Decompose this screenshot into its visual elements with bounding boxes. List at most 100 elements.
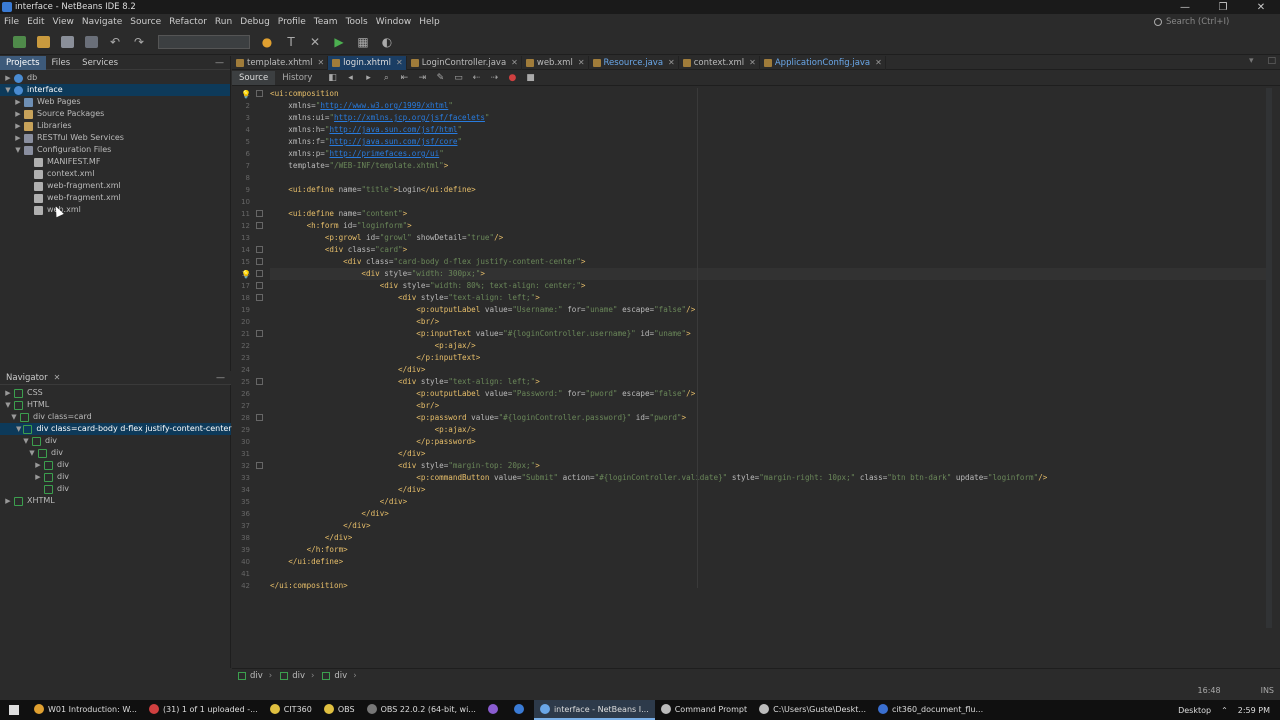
tab-files[interactable]: Files: [46, 56, 77, 70]
macro-stop-icon[interactable]: ■: [525, 73, 535, 83]
taskbar-item[interactable]: C:\Users\Guste\Deskt...: [753, 700, 872, 720]
close-button[interactable]: ✕: [1242, 0, 1280, 14]
code-line[interactable]: </div>: [270, 364, 1270, 376]
tree-item[interactable]: ▶ RESTful Web Services: [0, 132, 230, 144]
vertical-scrollbar[interactable]: [1266, 88, 1272, 628]
debug-button[interactable]: ▦: [354, 33, 372, 51]
menu-view[interactable]: View: [49, 17, 78, 27]
collapsed-icon[interactable]: ▶: [14, 132, 22, 144]
menu-team[interactable]: Team: [310, 17, 342, 27]
start-button[interactable]: [0, 700, 28, 720]
taskbar-item[interactable]: [508, 700, 534, 720]
close-tab-icon[interactable]: ✕: [749, 58, 756, 67]
collapsed-icon[interactable]: ▶: [14, 96, 22, 108]
tab-list-icon[interactable]: ▾: [1249, 56, 1254, 66]
code-line[interactable]: <ui:composition: [270, 88, 1270, 100]
browser-button[interactable]: ●: [258, 33, 276, 51]
code-area[interactable]: 1 💡 2 3 4 5 6 7 8 9 10 11 12 13 14 15 16 💡 17 18 19 20 21 22 23 2…: [232, 88, 1272, 668]
configuration-select[interactable]: [158, 35, 250, 49]
collapsed-icon[interactable]: ▶: [34, 459, 42, 471]
tree-item[interactable]: MANIFEST.MF: [0, 156, 230, 168]
code-text[interactable]: <ui:composition xmlns="http://www.w3.org…: [270, 88, 1270, 592]
code-line[interactable]: </div>: [270, 496, 1270, 508]
fold-toggle-icon[interactable]: [256, 330, 263, 337]
navigator-item[interactable]: ▶ CSS: [0, 387, 231, 399]
expanded-icon[interactable]: ▼: [4, 399, 12, 411]
clock[interactable]: 2:59 PM: [1238, 706, 1270, 715]
tab-source[interactable]: Source: [232, 70, 276, 85]
profile-button[interactable]: ◐: [378, 33, 396, 51]
code-line[interactable]: </h:form>: [270, 544, 1270, 556]
menu-edit[interactable]: Edit: [23, 17, 48, 27]
expanded-icon[interactable]: ▼: [22, 435, 30, 447]
code-line[interactable]: </div>: [270, 508, 1270, 520]
close-tab-icon[interactable]: ✕: [396, 58, 403, 67]
close-tab-icon[interactable]: ✕: [511, 58, 518, 67]
find-icon[interactable]: ⌕: [381, 73, 391, 83]
build-button[interactable]: T: [282, 33, 300, 51]
code-line[interactable]: </div>: [270, 520, 1270, 532]
redo-button[interactable]: ↷: [130, 33, 148, 51]
code-line[interactable]: <p:growl id="growl" showDetail="true"/>: [270, 232, 1270, 244]
open-project-button[interactable]: [58, 33, 76, 51]
editor-tab[interactable]: LoginController.java ✕: [407, 55, 522, 70]
code-line[interactable]: </div>: [270, 484, 1270, 496]
fold-toggle-icon[interactable]: [256, 246, 263, 253]
menu-profile[interactable]: Profile: [274, 17, 310, 27]
code-line[interactable]: <h:form id="loginform">: [270, 220, 1270, 232]
menu-refactor[interactable]: Refactor: [165, 17, 211, 27]
minimize-navigator-icon[interactable]: —: [216, 373, 225, 383]
minimize-button[interactable]: —: [1166, 0, 1204, 14]
taskbar-item[interactable]: OBS: [318, 700, 361, 720]
new-file-button[interactable]: [10, 33, 28, 51]
minimize-panel-icon[interactable]: —: [215, 58, 224, 68]
expanded-icon[interactable]: ▼: [28, 447, 36, 459]
fold-toggle-icon[interactable]: [256, 378, 263, 385]
fold-toggle-icon[interactable]: [256, 462, 263, 469]
taskbar-item[interactable]: interface - NetBeans I...: [533, 700, 655, 720]
tree-item[interactable]: ▶ Web Pages: [0, 96, 230, 108]
close-navigator-icon[interactable]: ✕: [54, 373, 61, 382]
close-tab-icon[interactable]: ✕: [317, 58, 324, 67]
tab-services[interactable]: Services: [76, 56, 124, 70]
tree-item[interactable]: web.xml: [0, 204, 230, 216]
code-line[interactable]: <p:outputLabel value="Password:" for="pw…: [270, 388, 1270, 400]
collapsed-icon[interactable]: ▶: [34, 471, 42, 483]
navigator-item[interactable]: ▶ div: [0, 459, 231, 471]
tree-item[interactable]: ▶ Libraries: [0, 120, 230, 132]
tree-item[interactable]: web-fragment.xml: [0, 192, 230, 204]
find-previous-icon[interactable]: ⇤: [399, 73, 409, 83]
editor-tab[interactable]: login.xhtml ✕: [328, 55, 407, 70]
navigator-item[interactable]: ▼ div: [0, 447, 231, 459]
toggle-highlight-icon[interactable]: ✎: [435, 73, 445, 83]
code-line[interactable]: [270, 196, 1270, 208]
menu-help[interactable]: Help: [415, 17, 444, 27]
desktop-toolbar[interactable]: Desktop: [1178, 706, 1211, 715]
forward-icon[interactable]: ▸: [363, 73, 373, 83]
navigator-item[interactable]: div: [0, 483, 231, 495]
navigator-item[interactable]: ▶ XHTML: [0, 495, 231, 507]
navigator-item[interactable]: ▶ div: [0, 471, 231, 483]
code-line[interactable]: <ui:define name="title">Login</ui:define…: [270, 184, 1270, 196]
menu-window[interactable]: Window: [372, 17, 416, 27]
code-line[interactable]: </div>: [270, 448, 1270, 460]
editor-tab[interactable]: web.xml ✕: [522, 55, 589, 70]
code-line[interactable]: <p:ajax/>: [270, 424, 1270, 436]
code-line[interactable]: xmlns="http://www.w3.org/1999/xhtml": [270, 100, 1270, 112]
code-line[interactable]: <div style="text-align: left;">: [270, 292, 1270, 304]
collapsed-icon[interactable]: ▶: [4, 72, 12, 84]
code-line[interactable]: <p:outputLabel value="Username:" for="un…: [270, 304, 1270, 316]
taskbar-item[interactable]: cit360_document_flu...: [872, 700, 989, 720]
run-button[interactable]: ▶: [330, 33, 348, 51]
code-line[interactable]: </ui:composition>: [270, 580, 1270, 592]
expanded-icon[interactable]: ▼: [4, 84, 12, 96]
fold-toggle-icon[interactable]: [256, 270, 263, 277]
code-line[interactable]: [270, 172, 1270, 184]
fold-toggle-icon[interactable]: [256, 222, 263, 229]
maximize-editor-icon[interactable]: □: [1267, 56, 1276, 66]
code-line[interactable]: </p:password>: [270, 436, 1270, 448]
collapsed-icon[interactable]: ▶: [4, 495, 12, 507]
menu-debug[interactable]: Debug: [236, 17, 274, 27]
code-line[interactable]: <br/>: [270, 316, 1270, 328]
taskbar-item[interactable]: W01 Introduction: W...: [28, 700, 143, 720]
